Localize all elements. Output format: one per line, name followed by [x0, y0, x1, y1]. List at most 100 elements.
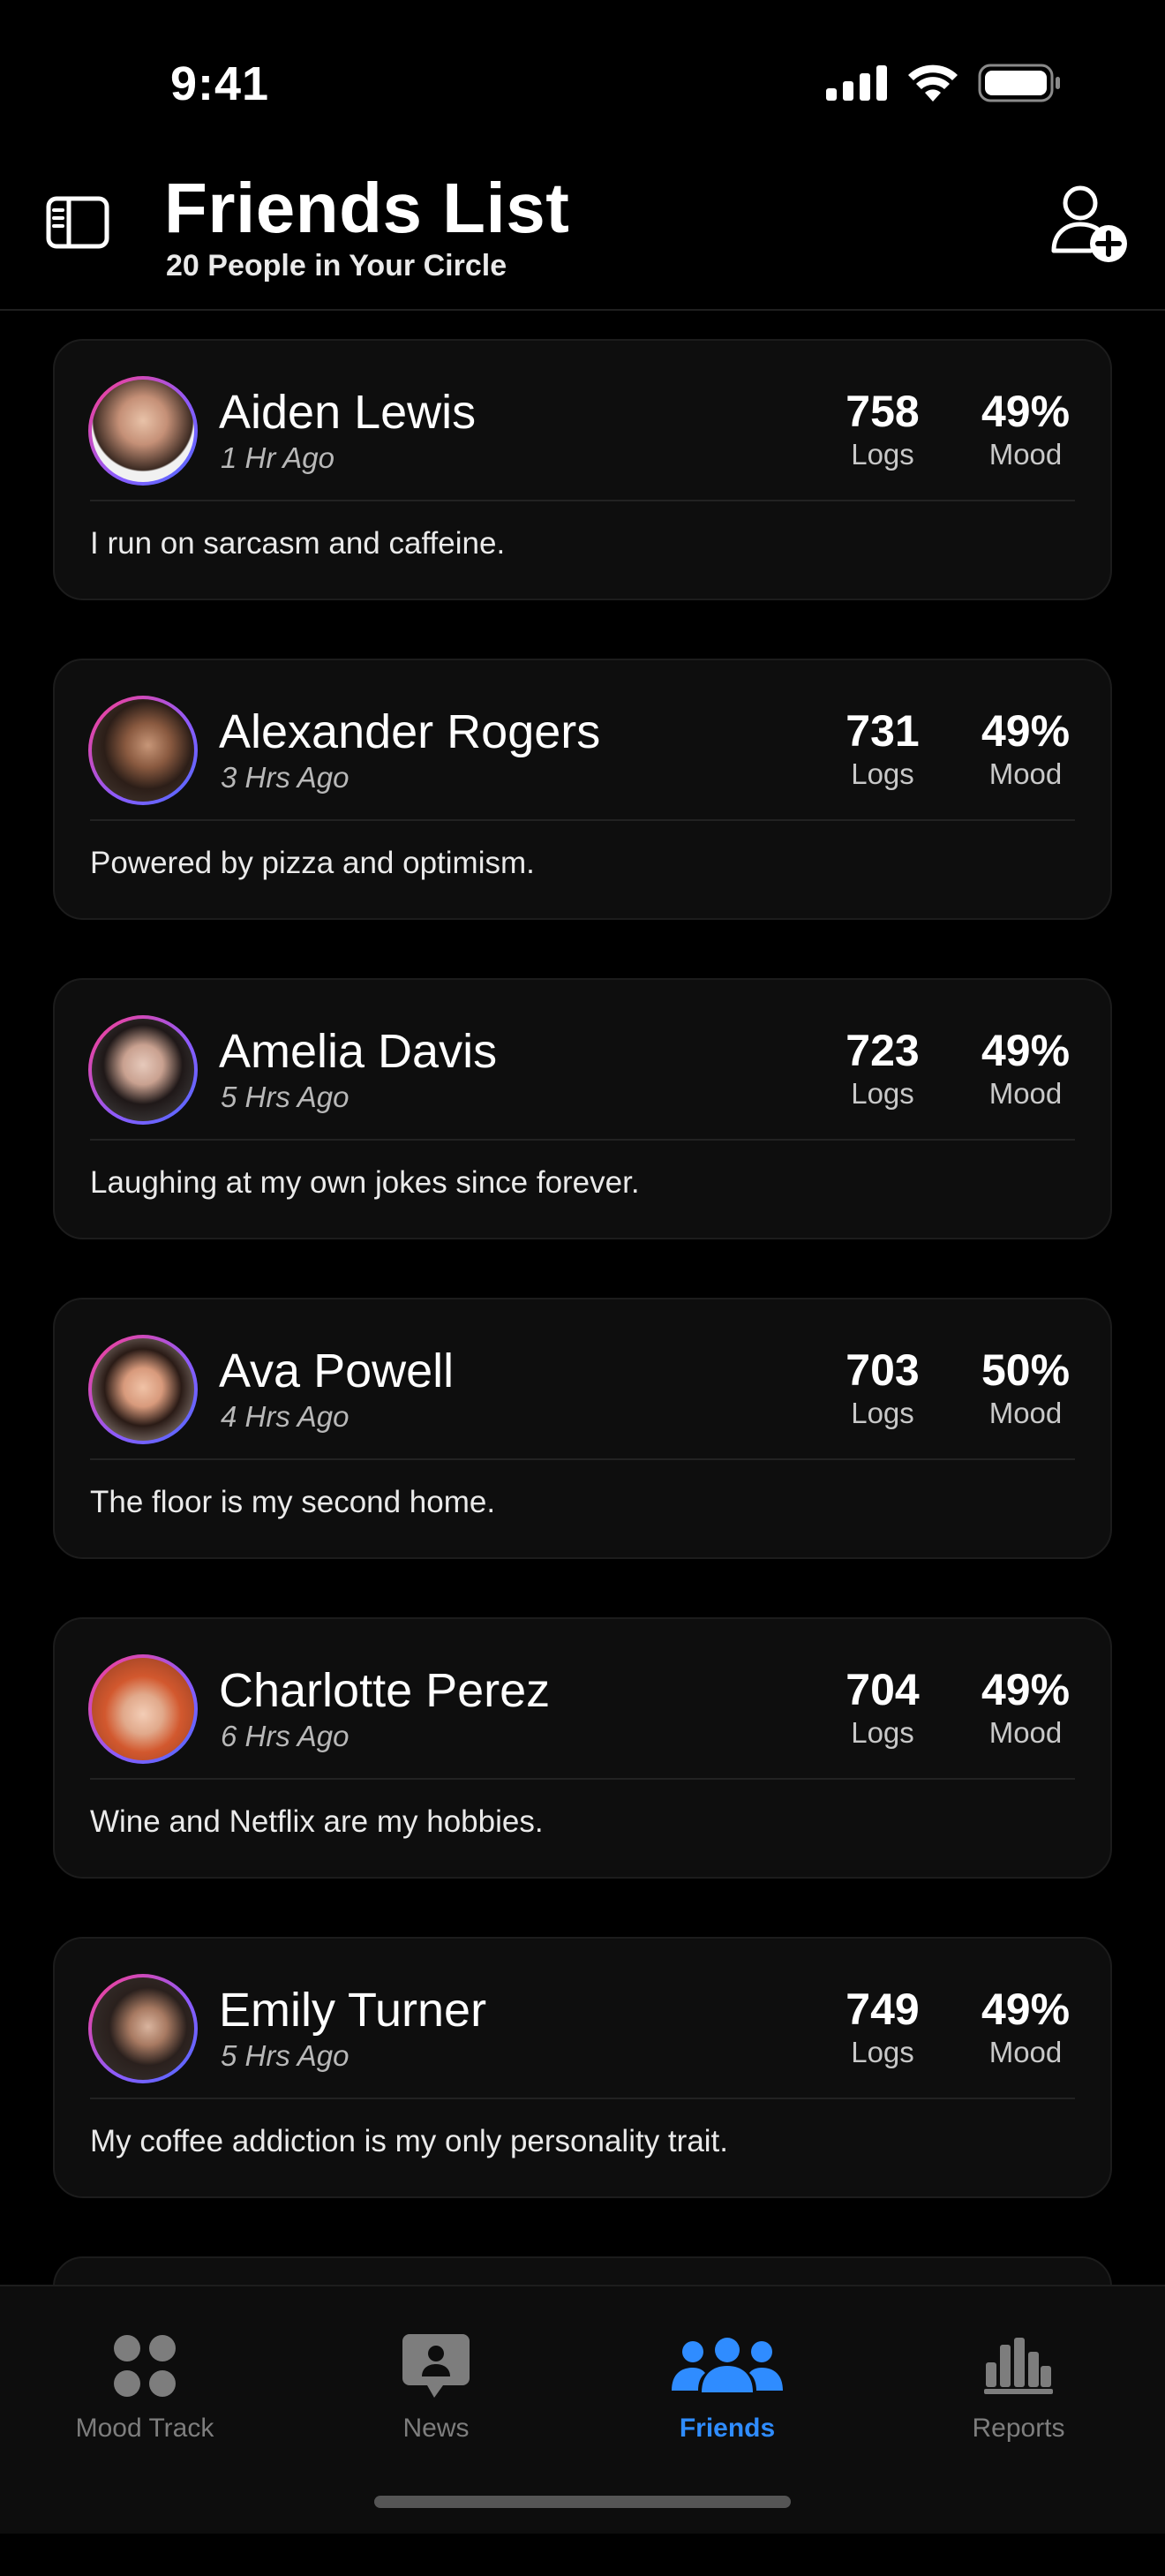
tab-reports[interactable]: Reports: [913, 2331, 1124, 2444]
friend-name[interactable]: Amelia Davis: [219, 1024, 497, 1079]
header: Friends List 20 People in Your Circle: [0, 150, 1165, 309]
mood-label: Mood: [988, 1397, 1063, 1429]
mood-stat: 49% Mood: [964, 706, 1087, 791]
status-icons: [826, 64, 1061, 102]
card-divider: [90, 2098, 1075, 2099]
friend-card[interactable]: Aiden Lewis 1 Hr Ago 758 Logs 49% Mood I…: [53, 339, 1112, 600]
battery-icon: [978, 64, 1060, 102]
logs-value: 703: [846, 1345, 920, 1395]
card-divider: [90, 1139, 1075, 1141]
last-active: 5 Hrs Ago: [221, 1081, 350, 1113]
card-divider: [90, 1778, 1075, 1780]
friend-card[interactable]: Ava Powell 4 Hrs Ago 703 Logs 50% Mood T…: [53, 1298, 1112, 1559]
avatar-ring: [88, 1015, 198, 1125]
friend-name[interactable]: Emily Turner: [219, 1983, 486, 2037]
friend-name[interactable]: Charlotte Perez: [219, 1663, 550, 1718]
people-icon: [672, 2338, 783, 2392]
avatar-ring: [88, 376, 198, 486]
friend-bio: Laughing at my own jokes since forever.: [90, 1165, 640, 1200]
sidebar-toggle-button[interactable]: [46, 196, 109, 249]
last-active: 3 Hrs Ago: [221, 761, 350, 794]
friends-list: Aiden Lewis 1 Hr Ago 758 Logs 49% Mood I…: [53, 339, 1112, 2576]
mood-value: 49%: [981, 1985, 1071, 2034]
mood-stat: 50% Mood: [964, 1345, 1087, 1430]
mood-label: Mood: [988, 2036, 1063, 2068]
tab-label: Reports: [972, 2414, 1065, 2443]
mood-label: Mood: [988, 438, 1063, 471]
mood-stat: 49% Mood: [964, 1985, 1087, 2069]
logs-value: 723: [846, 1026, 920, 1075]
tab-label: News: [402, 2414, 470, 2443]
friend-card[interactable]: Emily Turner 5 Hrs Ago 749 Logs 49% Mood…: [53, 1937, 1112, 2198]
friend-bio: Wine and Netflix are my hobbies.: [90, 1804, 544, 1839]
tab-friends[interactable]: Friends: [621, 2331, 833, 2444]
friend-bio: I run on sarcasm and caffeine.: [90, 526, 506, 561]
tab-mood-track[interactable]: Mood Track: [39, 2331, 251, 2444]
avatar[interactable]: [92, 699, 194, 802]
page-subtitle: 20 People in Your Circle: [166, 249, 507, 282]
logs-stat: 731 Logs: [821, 706, 944, 791]
mood-value: 49%: [981, 1026, 1071, 1075]
avatar[interactable]: [92, 1019, 194, 1121]
person-bubble-icon: [402, 2334, 470, 2398]
sidebar-icon: [46, 196, 109, 249]
tab-label: Mood Track: [75, 2414, 214, 2443]
logs-label: Logs: [851, 1716, 914, 1749]
mood-value: 49%: [981, 1665, 1071, 1714]
last-active: 6 Hrs Ago: [221, 1720, 350, 1752]
friend-name[interactable]: Aiden Lewis: [219, 385, 476, 440]
logs-stat: 749 Logs: [821, 1985, 944, 2069]
logs-label: Logs: [851, 438, 914, 471]
last-active: 4 Hrs Ago: [221, 1400, 350, 1433]
avatar-ring: [88, 1335, 198, 1444]
mood-value: 49%: [981, 387, 1071, 436]
mood-label: Mood: [988, 757, 1063, 790]
avatar-ring: [88, 696, 198, 805]
logs-value: 749: [846, 1985, 920, 2034]
friend-bio: My coffee addiction is my only personali…: [90, 2124, 729, 2158]
avatar[interactable]: [92, 1338, 194, 1441]
friend-name[interactable]: Ava Powell: [219, 1344, 454, 1398]
last-active: 1 Hr Ago: [221, 441, 335, 474]
logs-value: 758: [846, 387, 920, 436]
avatar[interactable]: [92, 1977, 194, 2080]
friend-name[interactable]: Alexander Rogers: [219, 704, 600, 759]
header-divider: [0, 309, 1165, 311]
mood-stat: 49% Mood: [964, 1026, 1087, 1111]
card-divider: [90, 500, 1075, 501]
logs-stat: 704 Logs: [821, 1665, 944, 1750]
avatar[interactable]: [92, 1658, 194, 1760]
logs-stat: 758 Logs: [821, 387, 944, 471]
logs-label: Logs: [851, 2036, 914, 2068]
card-divider: [90, 819, 1075, 821]
grid-dots-icon: [114, 2335, 176, 2397]
avatar[interactable]: [92, 380, 194, 482]
friend-card[interactable]: Amelia Davis 5 Hrs Ago 723 Logs 49% Mood…: [53, 978, 1112, 1239]
add-friend-button[interactable]: [1050, 184, 1130, 263]
friend-bio: Powered by pizza and optimism.: [90, 846, 535, 880]
bar-chart-icon: [984, 2338, 1053, 2394]
status-time: 9:41: [170, 57, 270, 110]
mood-stat: 49% Mood: [964, 1665, 1087, 1750]
mood-stat: 49% Mood: [964, 387, 1087, 471]
friend-bio: The floor is my second home.: [90, 1485, 496, 1519]
card-divider: [90, 1458, 1075, 1460]
logs-label: Logs: [851, 1397, 914, 1429]
avatar-ring: [88, 1974, 198, 2083]
friend-card[interactable]: Alexander Rogers 3 Hrs Ago 731 Logs 49% …: [53, 659, 1112, 920]
logs-label: Logs: [851, 1077, 914, 1110]
mood-value: 50%: [981, 1345, 1071, 1395]
mood-label: Mood: [988, 1716, 1063, 1749]
wifi-icon: [908, 64, 958, 102]
avatar-ring: [88, 1654, 198, 1764]
mood-label: Mood: [988, 1077, 1063, 1110]
logs-stat: 723 Logs: [821, 1026, 944, 1111]
page-title: Friends List: [164, 169, 570, 247]
mood-value: 49%: [981, 706, 1071, 756]
logs-value: 704: [846, 1665, 920, 1714]
home-indicator[interactable]: [374, 2496, 791, 2508]
logs-value: 731: [846, 706, 920, 756]
tab-label: Friends: [679, 2414, 776, 2443]
friend-card[interactable]: Charlotte Perez 6 Hrs Ago 704 Logs 49% M…: [53, 1617, 1112, 1879]
tab-news[interactable]: News: [330, 2331, 542, 2444]
